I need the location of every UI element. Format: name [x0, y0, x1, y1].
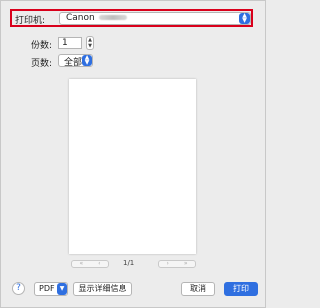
help-button[interactable]: ?	[12, 282, 25, 295]
printer-select[interactable]: Canon ▲ ▼	[59, 12, 251, 25]
pages-value: 全部	[64, 58, 83, 68]
printer-row: 打印机: Canon ▲ ▼	[10, 9, 253, 27]
copies-label: 份数:	[31, 41, 53, 51]
prev-page-icon[interactable]: ‹	[98, 261, 100, 267]
chevron-updown-icon: ▲ ▼	[239, 13, 250, 24]
printer-value: Canon	[66, 13, 127, 23]
printer-model-blurred	[98, 15, 127, 20]
printer-name: Canon	[66, 13, 95, 23]
pdf-label: PDF	[39, 284, 55, 293]
next-page-icon[interactable]: ›	[166, 261, 168, 267]
printer-label: 打印机:	[15, 16, 46, 26]
prev-page-buttons[interactable]: «‹	[71, 260, 109, 268]
page-indicator: 1/1	[123, 259, 135, 267]
last-page-icon[interactable]: »	[184, 261, 188, 267]
page-preview	[69, 79, 196, 254]
pdf-menu-button[interactable]: PDF ▼	[34, 282, 68, 296]
print-dialog: 打印机: Canon ▲ ▼ 份数: 1 ▲ ▼ 页数: 全部 ▲ ▼ «‹ 1/1 …	[0, 0, 266, 308]
chevron-updown-icon: ▲ ▼	[82, 55, 92, 66]
pages-select[interactable]: 全部 ▲ ▼	[58, 54, 93, 68]
pages-label: 页数:	[31, 59, 53, 69]
cancel-button[interactable]: 取消	[181, 282, 215, 296]
first-page-icon[interactable]: «	[79, 261, 83, 267]
copies-stepper[interactable]: ▲ ▼	[86, 36, 94, 50]
chevron-down-icon: ▼	[57, 283, 67, 295]
show-details-button[interactable]: 显示详细信息	[73, 282, 132, 296]
copies-input[interactable]: 1	[58, 37, 82, 49]
print-button[interactable]: 打印	[224, 282, 258, 296]
next-page-buttons[interactable]: ›»	[158, 260, 196, 268]
